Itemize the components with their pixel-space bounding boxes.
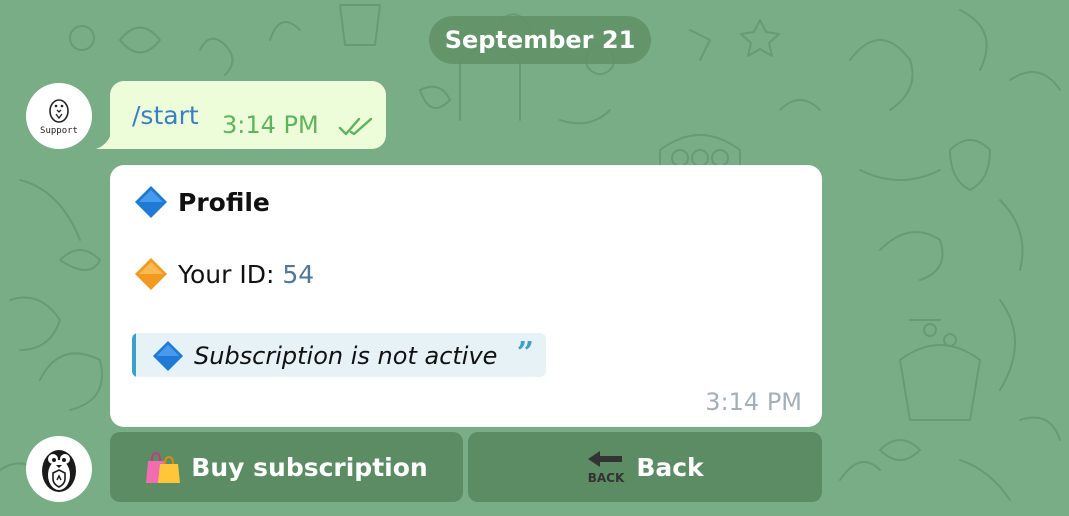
user-id-row: Your ID: 54	[134, 257, 314, 291]
message-time: 3:14 PM	[705, 388, 802, 416]
bot-avatar[interactable]	[26, 436, 92, 502]
double-check-icon	[338, 117, 373, 136]
penguin-icon	[42, 450, 76, 492]
bot-avatar[interactable]: Support	[26, 83, 92, 149]
subscription-quote: Subscription is not active ”	[132, 333, 546, 377]
user-id-label: Your ID:	[178, 259, 275, 289]
buy-subscription-label[interactable]: Buy subscription	[191, 453, 427, 482]
date-separator: September 21	[429, 16, 651, 64]
message-text[interactable]: /start	[132, 101, 199, 130]
profile-title: Profile	[178, 187, 270, 217]
profile-message[interactable]: Profile Your ID: 54 Subscription is not …	[110, 165, 822, 427]
back-button[interactable]: BACK Back	[468, 432, 822, 502]
back-arrow-icon: BACK	[586, 449, 626, 485]
subscription-status: Subscription is not active	[194, 342, 498, 370]
profile-title-row: Profile	[134, 185, 270, 219]
back-icon-text: BACK	[588, 471, 625, 485]
user-id-value[interactable]: 54	[282, 260, 314, 289]
quote-mark-icon: ”	[516, 336, 534, 371]
quote-bar	[132, 333, 136, 377]
message-time: 3:14 PM	[222, 111, 319, 139]
blue-diamond-icon	[134, 185, 168, 219]
back-label[interactable]: Back	[636, 453, 703, 482]
orange-diamond-icon	[134, 257, 168, 291]
outgoing-message[interactable]: /start 3:14 PM	[110, 81, 386, 149]
penguin-icon	[49, 99, 69, 123]
avatar-label: Support	[40, 126, 78, 136]
blue-diamond-icon	[152, 340, 184, 372]
shopping-bags-icon	[145, 449, 181, 485]
buy-subscription-button[interactable]: Buy subscription	[110, 432, 463, 502]
